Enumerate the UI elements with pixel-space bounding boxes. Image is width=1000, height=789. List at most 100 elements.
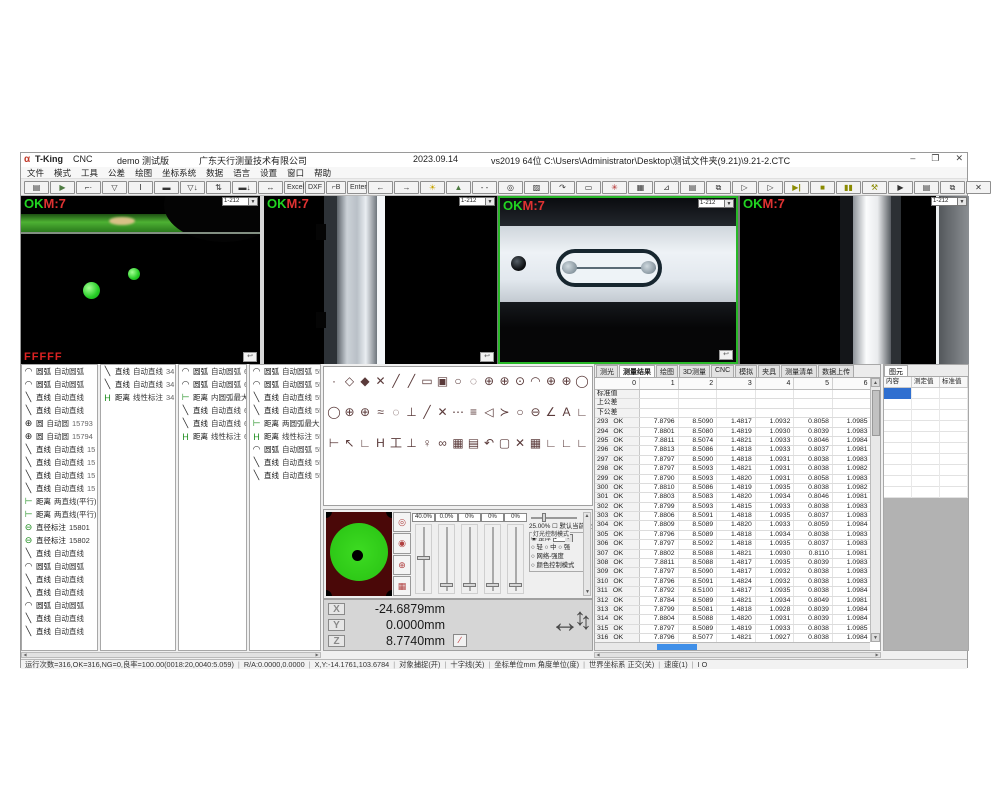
list-item[interactable]: ⊢距离内圆弧最大距 [179, 391, 246, 404]
tool-icon[interactable]: ⊕ [482, 374, 496, 388]
toolbar-button-37[interactable]: ▶| [784, 181, 809, 194]
list-item[interactable]: ╲直线自动直线55 [250, 404, 320, 417]
table-row[interactable]: 295OK7.88118.50741.48211.09330.80461.098… [595, 437, 870, 446]
tool-icon[interactable]: ⋯ [451, 405, 465, 419]
slider-thumb[interactable] [440, 583, 453, 587]
tool-icon[interactable]: ╱ [420, 405, 434, 419]
table-row[interactable]: 296OK7.88138.50861.48181.09330.80371.098… [595, 446, 870, 455]
tool-icon[interactable]: ∟ [544, 436, 558, 450]
tool-icon[interactable]: ╱ [389, 374, 403, 388]
list-item[interactable]: ╲直线自动直线 [22, 573, 97, 586]
toolbar-button-25[interactable]: ↷ [550, 181, 575, 194]
light-ring-icon[interactable]: ◎ [393, 512, 411, 532]
element-row[interactable] [884, 432, 968, 443]
list-item[interactable]: ◠圆弧自动圆弧 [22, 378, 97, 391]
radio-color-row[interactable]: ○ 颜色控制模式 [531, 561, 582, 570]
list-item[interactable]: ⊢距离两直线(平行)中 [22, 508, 97, 521]
master-light-slider[interactable] [529, 512, 584, 522]
tab-3D测量[interactable]: 3D测量 [679, 365, 710, 377]
tool-icon[interactable]: A [560, 405, 574, 419]
camera-view-3-active[interactable]: OKM:7 1-212▼ ↩ [498, 196, 738, 364]
scroll-thumb[interactable] [872, 390, 880, 436]
list-item[interactable]: ◠圆弧自动圆弧65 [179, 378, 246, 391]
angle-tool-icon[interactable]: ∕ [453, 634, 467, 647]
camera-view-1[interactable]: OKM:7 FFFFF 1-212▼ ↩ [21, 196, 260, 364]
tool-icon[interactable]: ╱ [405, 374, 419, 388]
table-row[interactable]: 307OK7.88028.50881.48211.09300.81101.098… [595, 550, 870, 559]
list-item[interactable]: ╲直线自动直线15 [22, 482, 97, 495]
tab-测量清单[interactable]: 测量清单 [781, 365, 817, 377]
tool-icon[interactable]: ○ [513, 405, 527, 419]
list-item[interactable]: ╲直线自动直线 [22, 404, 97, 417]
list-item[interactable]: ◠圆弧自动圆弧 [22, 560, 97, 573]
menu-item-11[interactable]: 帮助 [314, 167, 331, 179]
toolbar-button-15[interactable]: Enter [347, 181, 367, 194]
tool-icon[interactable]: ▦ [451, 436, 465, 450]
slider-thumb[interactable] [486, 583, 499, 587]
toolbar-button-6[interactable]: ▬ [154, 181, 179, 194]
tool-icon[interactable]: ◇ [343, 374, 357, 388]
light-quad-icon[interactable]: ⊕ [393, 555, 411, 575]
list-item[interactable]: ╲直线自动直线 [22, 547, 97, 560]
table-row[interactable]: 313OK7.87998.50811.48181.09280.80391.098… [595, 606, 870, 615]
zoom-select[interactable]: 1-212 [698, 199, 725, 208]
menu-item-10[interactable]: 窗口 [287, 167, 304, 179]
list-item[interactable]: ⊖直径标注15802 [22, 534, 97, 547]
list-item[interactable]: ⊢距离两圆弧最大距 [250, 417, 320, 430]
tool-icon[interactable]: ✕ [436, 405, 450, 419]
list-item[interactable]: ◠圆弧自动圆弧 [22, 599, 97, 612]
table-row[interactable]: 303OK7.88068.50911.48181.09350.80371.098… [595, 512, 870, 521]
toolbar-button-8[interactable]: ⇅ [206, 181, 231, 194]
tab-数据上传[interactable]: 数据上传 [818, 365, 854, 377]
zoom-select[interactable]: 1-212 [931, 197, 958, 206]
menu-item-3[interactable]: 工具 [81, 167, 98, 179]
tool-icon[interactable]: ◌ [389, 405, 403, 419]
toolbar-button-23[interactable]: ◎ [498, 181, 523, 194]
toolbar-button-17[interactable]: ← [368, 181, 393, 194]
tool-icon[interactable]: ⊕ [560, 374, 574, 388]
jog-arrows[interactable]: ↔↕↕ [550, 606, 578, 640]
chevron-down-icon[interactable]: ▼ [249, 197, 258, 206]
toolbar-button-20[interactable]: ☀ [420, 181, 445, 194]
scroll-down-icon[interactable]: ▼ [871, 633, 880, 642]
tab-模拟[interactable]: 模拟 [735, 365, 757, 377]
table-row-special[interactable]: 标准值 [595, 390, 870, 399]
table-row[interactable]: 306OK7.87978.50921.48181.09350.80371.098… [595, 540, 870, 549]
menu-item-5[interactable]: 绘图 [135, 167, 152, 179]
tool-icon[interactable]: ▤ [467, 436, 481, 450]
toolbar-button-22[interactable]: - - [472, 181, 497, 194]
element-row[interactable] [884, 443, 968, 454]
list-item[interactable]: ╲直线自动直线34 [101, 365, 175, 378]
table-row[interactable]: 305OK7.87968.50891.48181.09340.80381.098… [595, 531, 870, 540]
table-row-special[interactable]: 上公差 [595, 399, 870, 408]
radio-network-row[interactable]: ○ 网络-强度 [531, 552, 582, 561]
light-slider-4[interactable] [484, 524, 501, 594]
tool-icon[interactable]: ≈ [374, 405, 388, 419]
tool-icon[interactable]: ◁ [482, 405, 496, 419]
minimize-button[interactable]: – [910, 153, 915, 164]
toolbar-button-18[interactable]: → [394, 181, 419, 194]
toolbar-button-45[interactable]: ⧉ [940, 181, 965, 194]
close-button[interactable]: ✕ [955, 153, 963, 164]
menu-item-1[interactable]: 文件 [27, 167, 44, 179]
chevron-down-icon[interactable]: ▼ [725, 199, 734, 208]
tool-icon[interactable]: ◆ [358, 374, 372, 388]
tool-icon[interactable]: ∟ [560, 436, 574, 450]
toolbar-button-14[interactable]: ⌐B [326, 181, 346, 194]
list-item[interactable]: ◠圆弧自动圆弧55 [250, 365, 320, 378]
list-item[interactable]: ◠圆弧自动圆弧 [22, 365, 97, 378]
tool-icon[interactable]: ≻ [498, 405, 512, 419]
toolbar-button-43[interactable]: ▶ [888, 181, 913, 194]
light-slider-1[interactable] [415, 524, 432, 594]
tool-icon[interactable]: ✕ [374, 374, 388, 388]
list-item[interactable]: ╲直线自动直线15 [22, 469, 97, 482]
view-resize-icon[interactable]: ↩ [480, 352, 494, 362]
element-row[interactable] [884, 476, 968, 487]
tool-icon[interactable]: ⊖ [529, 405, 543, 419]
slider-thumb[interactable] [542, 513, 546, 522]
tool-icon[interactable]: ⊕ [498, 374, 512, 388]
tab-绘图[interactable]: 绘图 [656, 365, 678, 377]
element-row[interactable] [884, 399, 968, 410]
menu-item-7[interactable]: 数据 [206, 167, 223, 179]
table-row[interactable]: 308OK7.88118.50881.48171.09350.80391.098… [595, 559, 870, 568]
